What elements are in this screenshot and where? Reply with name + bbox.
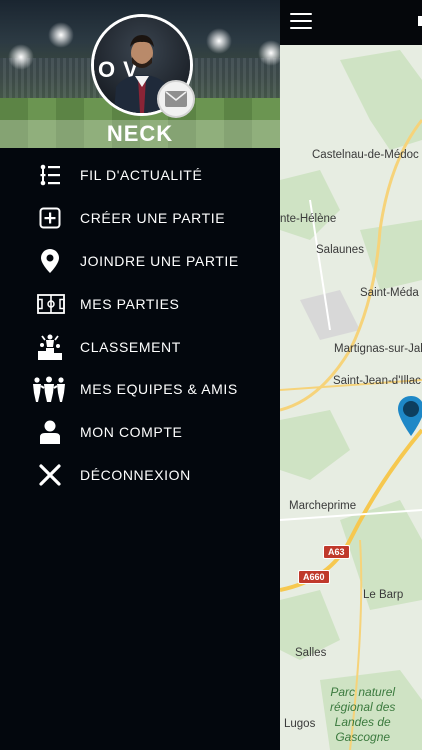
park-label-line: Parc naturel — [330, 685, 396, 699]
menu-item-label: DÉCONNEXION — [80, 466, 191, 483]
road-badge-a63: A63 — [323, 545, 350, 559]
map-label-sainte-helene: nte-Hélène — [280, 213, 337, 225]
stadium-light — [8, 44, 34, 70]
menu-item-label: CLASSEMENT — [80, 338, 181, 355]
hamburger-menu-icon[interactable] — [290, 13, 312, 31]
menu-item-create-game[interactable]: CRÉER UNE PARTIE — [0, 197, 280, 240]
news-feed-icon — [36, 161, 64, 189]
park-label-line: Gascogne — [335, 730, 391, 744]
menu-item-logout[interactable]: DÉCONNEXION — [0, 454, 280, 497]
menu-item-teams-friends[interactable]: MES EQUIPES & AMIS — [0, 368, 280, 411]
add-square-icon — [36, 204, 64, 232]
map-label-park: Parc naturel régional des Landes de Gasc… — [330, 685, 395, 745]
menu-item-label: CRÉER UNE PARTIE — [80, 210, 226, 227]
map-label-marcheprime: Marcheprime — [289, 500, 357, 512]
menu-item-label: MES PARTIES — [80, 295, 180, 312]
map-label-martignas: Martignas-sur-Jall — [334, 343, 422, 355]
menu-item-my-games[interactable]: MES PARTIES — [0, 282, 280, 325]
menu-item-news-feed[interactable]: FIL D'ACTUALITÉ — [0, 154, 280, 197]
stadium-light — [206, 28, 232, 54]
stadium-light — [258, 40, 280, 66]
menu-item-label: FIL D'ACTUALITÉ — [80, 167, 203, 184]
menu-item-ranking[interactable]: CLASSEMENT — [0, 325, 280, 368]
park-label-line: régional des — [330, 700, 396, 714]
close-icon — [36, 461, 64, 489]
map-pin-icon[interactable] — [398, 396, 422, 436]
menu-item-join-game[interactable]: JOINDRE UNE PARTIE — [0, 240, 280, 283]
side-drawer: OV NECK FIL D'ACTUALITÉ CRÉER UNE PARTIE… — [0, 0, 280, 750]
pitch-icon — [36, 290, 66, 318]
mail-icon — [165, 91, 187, 107]
menu-item-label: JOINDRE UNE PARTIE — [80, 252, 239, 269]
map-label-lugos: Lugos — [284, 718, 316, 730]
map-label-saint-jean-illac: Saint-Jean-d'Illac — [333, 375, 421, 387]
drawer-menu: FIL D'ACTUALITÉ CRÉER UNE PARTIE JOINDRE… — [0, 154, 280, 496]
location-pin-icon — [36, 247, 64, 275]
trophy-podium-icon — [36, 333, 64, 361]
map-label-salles: Salles — [295, 647, 327, 659]
map-label-le-barp: Le Barp — [363, 589, 404, 601]
road-badge-a660: A660 — [298, 570, 330, 584]
user-name: NECK — [106, 121, 174, 146]
map-label-salaunes: Salaunes — [316, 244, 364, 256]
map-top-bar — [280, 0, 422, 45]
messages-button[interactable] — [157, 80, 195, 118]
map-view[interactable]: Castelnau-de-Médoc nte-Hélène Salaunes S… — [280, 0, 422, 750]
menu-item-my-account[interactable]: MON COMPTE — [0, 411, 280, 454]
map-label-saint-medard: Saint-Méda — [360, 287, 419, 299]
topbar-partial-icon[interactable] — [418, 16, 422, 26]
menu-item-label: MON COMPTE — [80, 424, 183, 441]
user-icon — [36, 418, 64, 446]
team-icon — [32, 375, 66, 403]
park-label-line: Landes de — [334, 715, 391, 729]
stadium-light — [48, 22, 74, 48]
menu-item-label: MES EQUIPES & AMIS — [80, 381, 238, 398]
map-label-castelnau: Castelnau-de-Médoc — [312, 149, 419, 161]
